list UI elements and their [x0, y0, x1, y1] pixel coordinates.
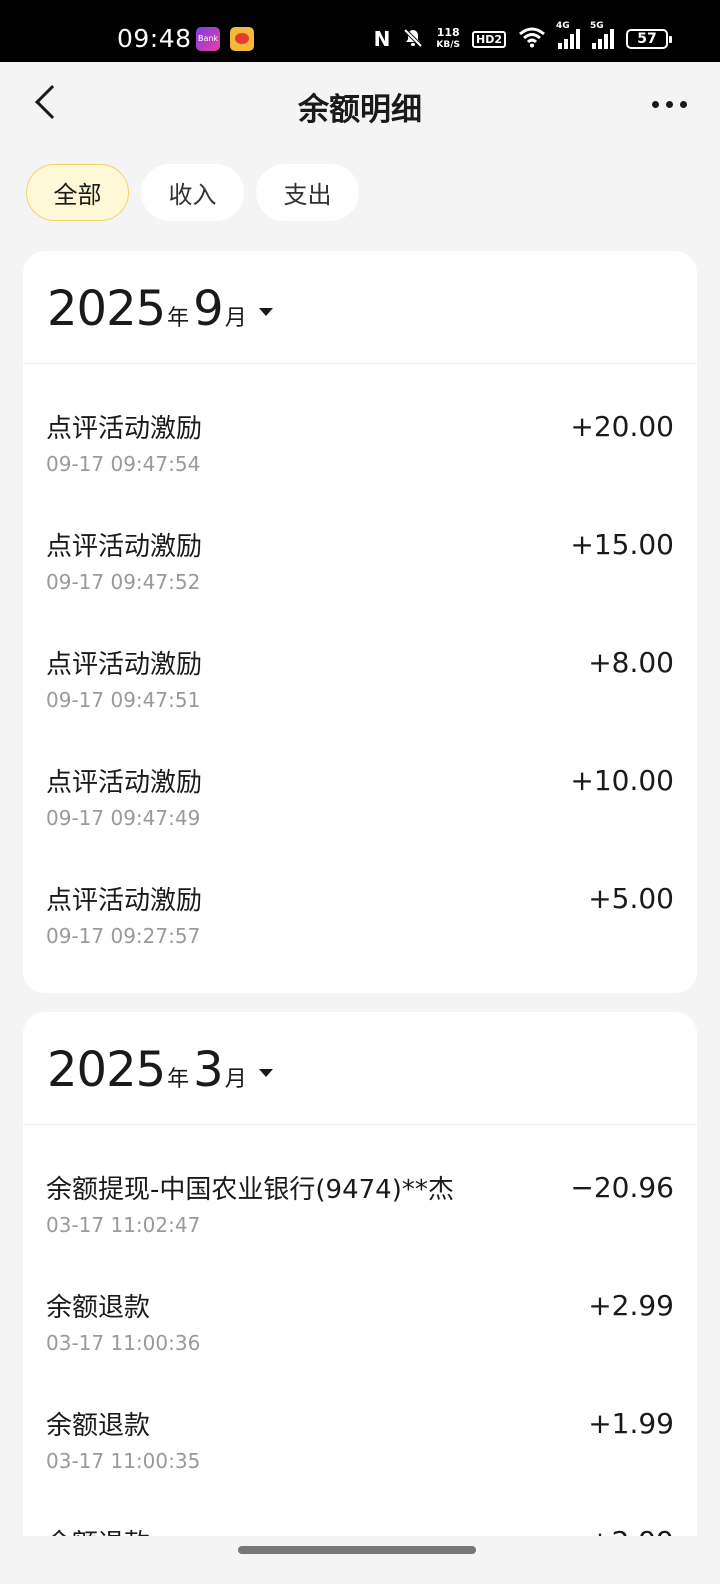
transaction-title: 点评活动激励 — [46, 414, 203, 444]
transaction-row[interactable]: 点评活动激励 09-17 09:47:49 +10.00 — [23, 736, 697, 854]
transaction-row[interactable]: 余额提现-中国农业银行(9474)**杰 03-17 11:02:47 −20.… — [23, 1143, 697, 1261]
month-header[interactable]: 2025 年 9 月 — [23, 251, 697, 364]
wifi-icon — [518, 26, 546, 52]
month-section-card: 2025 年 9 月 点评活动激励 09-17 09:47:54 +20.00 … — [23, 251, 697, 993]
status-icons: N 118 KB/S HD2 4G 5G 57 — [373, 21, 672, 54]
month-unit: 月 — [224, 1067, 247, 1092]
month-unit: 月 — [224, 306, 247, 331]
status-time: 09:48 — [117, 24, 192, 53]
more-button[interactable] — [652, 92, 692, 116]
transaction-amount: +20.00 — [570, 410, 674, 443]
network-speed: 118 KB/S — [436, 26, 460, 50]
transaction-row[interactable]: 余额退款 03-17 11:00:35 +1.99 — [23, 1379, 697, 1497]
signal-5g-icon: 5G — [590, 21, 614, 49]
transaction-title: 余额退款 — [46, 1411, 151, 1441]
bottom-gesture-area — [0, 1536, 720, 1584]
tab-income[interactable]: 收入 — [141, 164, 244, 221]
tab-expense[interactable]: 支出 — [256, 164, 359, 221]
signal-4g-icon: 4G — [556, 21, 580, 49]
transaction-amount: +1.99 — [588, 1407, 674, 1440]
weibo-app-icon — [230, 27, 254, 51]
transaction-time: 03-17 11:00:35 — [46, 1449, 201, 1473]
caret-down-icon — [258, 308, 273, 316]
transaction-time: 03-17 11:00:36 — [46, 1331, 201, 1355]
month-selector[interactable]: 2025 年 9 月 — [47, 281, 273, 337]
transaction-title: 点评活动激励 — [46, 768, 203, 798]
year-value: 2025 — [47, 1042, 166, 1098]
transaction-amount: +5.00 — [588, 882, 674, 915]
transaction-row[interactable]: 点评活动激励 09-17 09:47:52 +15.00 — [23, 500, 697, 618]
year-unit: 年 — [167, 306, 190, 331]
transaction-title: 余额提现-中国农业银行(9474)**杰 — [46, 1175, 454, 1205]
transaction-time: 09-17 09:47:51 — [46, 688, 201, 712]
transaction-time: 09-17 09:47:52 — [46, 570, 201, 594]
transaction-title: 点评活动激励 — [46, 650, 203, 680]
bank-app-icon: Bank — [196, 27, 220, 51]
transaction-row[interactable]: 点评活动激励 09-17 09:27:57 +5.00 — [23, 854, 697, 972]
nfc-icon: N — [373, 27, 391, 51]
transaction-row[interactable]: 点评活动激励 09-17 09:47:51 +8.00 — [23, 618, 697, 736]
filter-tabs: 全部 收入 支出 — [26, 164, 359, 221]
transaction-amount: +8.00 — [588, 646, 674, 679]
status-bar: 09:48 Bank N 118 KB/S HD2 4G 5G 57 — [0, 0, 720, 62]
transaction-amount: +10.00 — [570, 764, 674, 797]
year-unit: 年 — [167, 1067, 190, 1092]
transaction-time: 09-17 09:47:49 — [46, 806, 201, 830]
transaction-amount: +15.00 — [570, 528, 674, 561]
month-header[interactable]: 2025 年 3 月 — [23, 1012, 697, 1125]
transaction-time: 09-17 09:27:57 — [46, 924, 201, 948]
transaction-title: 余额退款 — [46, 1293, 151, 1323]
more-dots-icon — [652, 100, 659, 108]
page-title: 余额明细 — [298, 92, 422, 128]
transaction-amount: +2.99 — [588, 1289, 674, 1322]
year-value: 2025 — [47, 281, 166, 337]
month-section-card: 2025 年 3 月 余额提现-中国农业银行(9474)**杰 03-17 11… — [23, 1012, 697, 1572]
transaction-title: 点评活动激励 — [46, 532, 203, 562]
transaction-time: 03-17 11:02:47 — [46, 1213, 201, 1237]
month-selector[interactable]: 2025 年 3 月 — [47, 1042, 273, 1098]
battery-icon: 57 — [626, 29, 672, 49]
transaction-amount: −20.96 — [570, 1171, 674, 1204]
month-value: 3 — [193, 1042, 224, 1098]
month-value: 9 — [193, 281, 224, 337]
tab-all[interactable]: 全部 — [26, 164, 129, 221]
nav-bar: 余额明细 — [0, 62, 720, 150]
transaction-row[interactable]: 点评活动激励 09-17 09:47:54 +20.00 — [23, 382, 697, 500]
mute-icon — [402, 27, 424, 52]
caret-down-icon — [258, 1069, 273, 1077]
home-indicator[interactable] — [238, 1546, 476, 1554]
transaction-title: 点评活动激励 — [46, 886, 203, 916]
transaction-time: 09-17 09:47:54 — [46, 452, 201, 476]
hd-icon: HD2 — [472, 30, 506, 48]
transaction-row[interactable]: 余额退款 03-17 11:00:36 +2.99 — [23, 1261, 697, 1379]
